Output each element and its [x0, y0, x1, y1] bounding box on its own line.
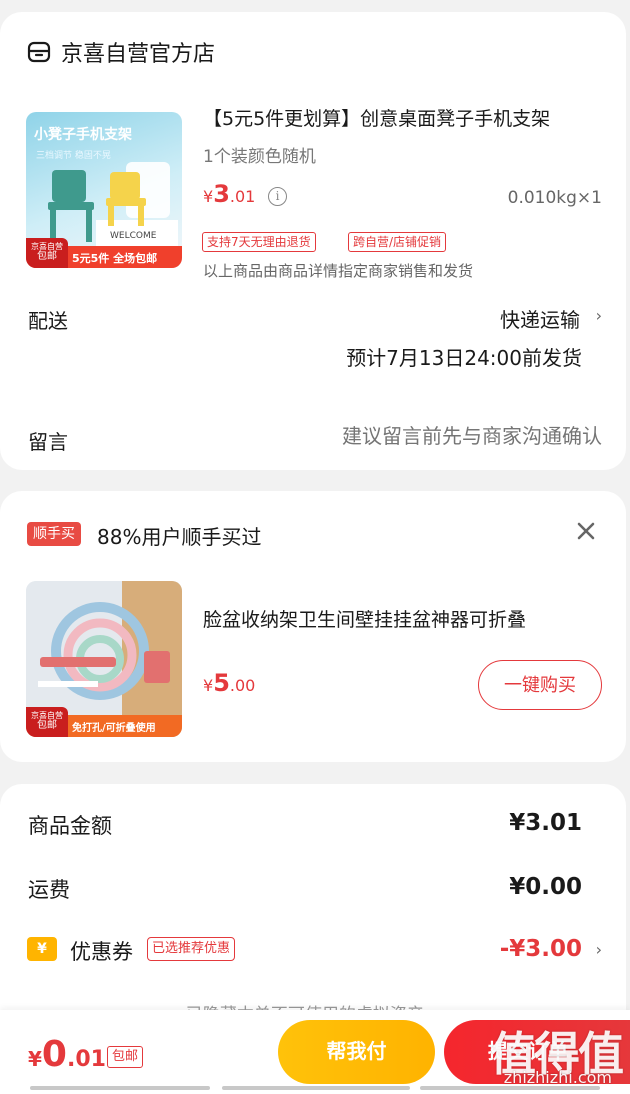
thumb-badge: 京喜自营 包邮	[26, 238, 68, 268]
price-integer: 3	[213, 180, 230, 208]
close-icon[interactable]	[574, 519, 598, 543]
thumb-bottom-text: 5元5件 全场包邮	[72, 252, 158, 265]
upsell-text: 88%用户顺手买过	[97, 525, 262, 549]
total-decimal: .01	[66, 1047, 106, 1072]
one-click-buy-button[interactable]: 一键购买	[478, 660, 602, 710]
chevron-right-icon[interactable]: ›	[596, 306, 602, 325]
upsell-price-integer: 5	[213, 669, 230, 697]
help-pay-button[interactable]: 帮我付	[278, 1020, 435, 1084]
product-title[interactable]: 【5元5件更划算】创意桌面凳子手机支架	[203, 104, 603, 131]
tag-promotion: 跨自营/店铺促销	[348, 232, 447, 252]
upsell-thumbnail[interactable]: 免打孔/可折叠使用 京喜自营 包邮	[26, 581, 182, 737]
memo-label: 留言	[28, 430, 68, 454]
upsell-badge: 顺手买	[27, 522, 81, 546]
total-integer: 0	[41, 1034, 67, 1075]
seller-note: 以上商品由商品详情指定商家销售和发货	[203, 262, 474, 280]
coupon-value[interactable]: -¥3.00	[500, 936, 582, 962]
upsell-price-symbol: ¥	[203, 676, 214, 695]
watermark-url: zhizhizhi.com	[503, 1068, 612, 1087]
upsell-thumb-bottom-text: 免打孔/可折叠使用	[72, 723, 156, 734]
upsell-thumb-badge-line2: 包邮	[37, 720, 57, 731]
order-item-card: 京喜自营官方店 小凳子手机支架 三档调节 稳固不晃 WELCOME 5元5件 全…	[0, 12, 626, 470]
home-indicator	[222, 1086, 410, 1090]
coupon-label[interactable]: 优惠券	[70, 936, 133, 966]
info-icon[interactable]: i	[268, 187, 287, 206]
freight-value: ¥0.00	[509, 874, 582, 900]
free-shipping-badge: 包邮	[107, 1046, 144, 1068]
home-indicator	[30, 1086, 210, 1090]
total-symbol: ¥	[28, 1047, 42, 1071]
shipping-label: 配送	[28, 309, 68, 333]
price-symbol: ¥	[203, 187, 214, 206]
coupon-tag: 已选推荐优惠	[147, 937, 236, 961]
chevron-right-icon[interactable]: ›	[596, 940, 602, 959]
total-price: ¥0.01	[28, 1034, 106, 1075]
upsell-price-decimal: .00	[229, 676, 256, 695]
goods-amount-label: 商品金额	[28, 814, 112, 838]
product-weight-quantity: 0.010kg×1	[507, 188, 602, 208]
thumb-scene-text: WELCOME	[110, 231, 157, 241]
upsell-thumb-badge: 京喜自营 包邮	[26, 707, 68, 737]
upsell-card: 顺手买 88%用户顺手买过 免打孔/可折叠使用 京喜自营 包邮 脸盆收纳架卫生间…	[0, 491, 626, 762]
coupon-icon: ¥	[27, 937, 57, 961]
price-decimal: .01	[229, 187, 256, 206]
product-spec: 1个装颜色随机	[203, 147, 316, 167]
thumb-badge-line2: 包邮	[37, 251, 57, 262]
goods-amount-value: ¥3.01	[509, 810, 582, 836]
shipping-eta: 预计7月13日24:00前发货	[346, 346, 582, 370]
store-icon	[27, 41, 51, 63]
freight-label: 运费	[28, 878, 70, 902]
store-name[interactable]: 京喜自营官方店	[61, 36, 215, 68]
tag-7day-return: 支持7天无理由退货	[202, 232, 316, 252]
memo-input[interactable]	[242, 424, 602, 448]
upsell-product-title[interactable]: 脸盆收纳架卫生间壁挂挂盆神器可折叠	[203, 605, 603, 632]
product-price: ¥3.01	[203, 180, 255, 208]
product-thumbnail[interactable]: 小凳子手机支架 三档调节 稳固不晃 WELCOME 5元5件 全场包邮 京喜自营…	[26, 112, 182, 268]
shipping-method[interactable]: 快递运输	[500, 304, 580, 333]
upsell-price: ¥5.00	[203, 669, 255, 697]
